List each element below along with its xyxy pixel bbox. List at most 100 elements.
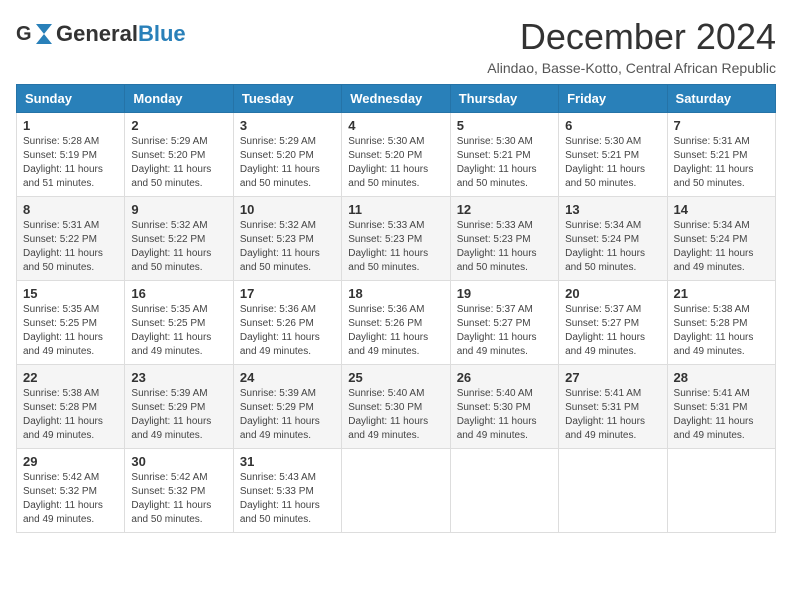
day-info: Sunrise: 5:37 AM Sunset: 5:27 PM Dayligh… xyxy=(457,303,552,359)
day-info: Sunrise: 5:29 AM Sunset: 5:20 PM Dayligh… xyxy=(240,135,335,191)
col-thursday: Thursday xyxy=(450,85,558,113)
day-number: 26 xyxy=(457,370,552,385)
calendar-row: 22 Sunrise: 5:38 AM Sunset: 5:28 PM Dayl… xyxy=(17,365,776,449)
day-info: Sunrise: 5:40 AM Sunset: 5:30 PM Dayligh… xyxy=(348,387,443,443)
day-info: Sunrise: 5:38 AM Sunset: 5:28 PM Dayligh… xyxy=(23,387,118,443)
day-info: Sunrise: 5:32 AM Sunset: 5:22 PM Dayligh… xyxy=(131,219,226,275)
table-row: 19 Sunrise: 5:37 AM Sunset: 5:27 PM Dayl… xyxy=(450,281,558,365)
calendar-table: Sunday Monday Tuesday Wednesday Thursday… xyxy=(16,84,776,533)
table-row: 17 Sunrise: 5:36 AM Sunset: 5:26 PM Dayl… xyxy=(233,281,341,365)
day-info: Sunrise: 5:30 AM Sunset: 5:21 PM Dayligh… xyxy=(457,135,552,191)
day-number: 24 xyxy=(240,370,335,385)
table-row: 31 Sunrise: 5:43 AM Sunset: 5:33 PM Dayl… xyxy=(233,449,341,533)
day-info: Sunrise: 5:33 AM Sunset: 5:23 PM Dayligh… xyxy=(457,219,552,275)
title-area: December 2024 Alindao, Basse-Kotto, Cent… xyxy=(487,16,776,76)
day-info: Sunrise: 5:39 AM Sunset: 5:29 PM Dayligh… xyxy=(240,387,335,443)
day-info: Sunrise: 5:35 AM Sunset: 5:25 PM Dayligh… xyxy=(23,303,118,359)
header-row: Sunday Monday Tuesday Wednesday Thursday… xyxy=(17,85,776,113)
table-row: 4 Sunrise: 5:30 AM Sunset: 5:20 PM Dayli… xyxy=(342,113,450,197)
col-monday: Monday xyxy=(125,85,233,113)
table-row: 15 Sunrise: 5:35 AM Sunset: 5:25 PM Dayl… xyxy=(17,281,125,365)
day-info: Sunrise: 5:43 AM Sunset: 5:33 PM Dayligh… xyxy=(240,471,335,527)
table-row: 2 Sunrise: 5:29 AM Sunset: 5:20 PM Dayli… xyxy=(125,113,233,197)
table-row: 25 Sunrise: 5:40 AM Sunset: 5:30 PM Dayl… xyxy=(342,365,450,449)
table-row: 3 Sunrise: 5:29 AM Sunset: 5:20 PM Dayli… xyxy=(233,113,341,197)
day-info: Sunrise: 5:42 AM Sunset: 5:32 PM Dayligh… xyxy=(23,471,118,527)
calendar-row: 29 Sunrise: 5:42 AM Sunset: 5:32 PM Dayl… xyxy=(17,449,776,533)
day-number: 12 xyxy=(457,202,552,217)
table-row: 7 Sunrise: 5:31 AM Sunset: 5:21 PM Dayli… xyxy=(667,113,775,197)
day-number: 25 xyxy=(348,370,443,385)
day-number: 30 xyxy=(131,454,226,469)
calendar-row: 1 Sunrise: 5:28 AM Sunset: 5:19 PM Dayli… xyxy=(17,113,776,197)
day-info: Sunrise: 5:41 AM Sunset: 5:31 PM Dayligh… xyxy=(674,387,769,443)
day-info: Sunrise: 5:30 AM Sunset: 5:21 PM Dayligh… xyxy=(565,135,660,191)
day-info: Sunrise: 5:30 AM Sunset: 5:20 PM Dayligh… xyxy=(348,135,443,191)
col-wednesday: Wednesday xyxy=(342,85,450,113)
table-row: 20 Sunrise: 5:37 AM Sunset: 5:27 PM Dayl… xyxy=(559,281,667,365)
day-info: Sunrise: 5:42 AM Sunset: 5:32 PM Dayligh… xyxy=(131,471,226,527)
table-row: 29 Sunrise: 5:42 AM Sunset: 5:32 PM Dayl… xyxy=(17,449,125,533)
table-row: 21 Sunrise: 5:38 AM Sunset: 5:28 PM Dayl… xyxy=(667,281,775,365)
day-number: 27 xyxy=(565,370,660,385)
header: G GeneralBlue December 2024 Alindao, Bas… xyxy=(16,16,776,76)
day-number: 28 xyxy=(674,370,769,385)
day-info: Sunrise: 5:41 AM Sunset: 5:31 PM Dayligh… xyxy=(565,387,660,443)
svg-text:G: G xyxy=(16,23,32,45)
table-row: 1 Sunrise: 5:28 AM Sunset: 5:19 PM Dayli… xyxy=(17,113,125,197)
table-row: 13 Sunrise: 5:34 AM Sunset: 5:24 PM Dayl… xyxy=(559,197,667,281)
day-info: Sunrise: 5:32 AM Sunset: 5:23 PM Dayligh… xyxy=(240,219,335,275)
logo: G GeneralBlue xyxy=(16,20,186,48)
day-info: Sunrise: 5:37 AM Sunset: 5:27 PM Dayligh… xyxy=(565,303,660,359)
day-number: 9 xyxy=(131,202,226,217)
day-info: Sunrise: 5:35 AM Sunset: 5:25 PM Dayligh… xyxy=(131,303,226,359)
day-number: 20 xyxy=(565,286,660,301)
calendar-row: 8 Sunrise: 5:31 AM Sunset: 5:22 PM Dayli… xyxy=(17,197,776,281)
day-number: 17 xyxy=(240,286,335,301)
logo-general: General xyxy=(56,21,138,46)
table-row: 12 Sunrise: 5:33 AM Sunset: 5:23 PM Dayl… xyxy=(450,197,558,281)
table-row: 8 Sunrise: 5:31 AM Sunset: 5:22 PM Dayli… xyxy=(17,197,125,281)
day-info: Sunrise: 5:36 AM Sunset: 5:26 PM Dayligh… xyxy=(348,303,443,359)
table-row: 6 Sunrise: 5:30 AM Sunset: 5:21 PM Dayli… xyxy=(559,113,667,197)
day-info: Sunrise: 5:34 AM Sunset: 5:24 PM Dayligh… xyxy=(674,219,769,275)
day-number: 18 xyxy=(348,286,443,301)
month-title: December 2024 xyxy=(487,16,776,58)
day-info: Sunrise: 5:33 AM Sunset: 5:23 PM Dayligh… xyxy=(348,219,443,275)
day-number: 4 xyxy=(348,118,443,133)
day-info: Sunrise: 5:36 AM Sunset: 5:26 PM Dayligh… xyxy=(240,303,335,359)
day-number: 1 xyxy=(23,118,118,133)
day-info: Sunrise: 5:34 AM Sunset: 5:24 PM Dayligh… xyxy=(565,219,660,275)
day-number: 16 xyxy=(131,286,226,301)
table-row: 18 Sunrise: 5:36 AM Sunset: 5:26 PM Dayl… xyxy=(342,281,450,365)
table-row xyxy=(450,449,558,533)
table-row: 23 Sunrise: 5:39 AM Sunset: 5:29 PM Dayl… xyxy=(125,365,233,449)
day-info: Sunrise: 5:40 AM Sunset: 5:30 PM Dayligh… xyxy=(457,387,552,443)
day-number: 15 xyxy=(23,286,118,301)
table-row: 16 Sunrise: 5:35 AM Sunset: 5:25 PM Dayl… xyxy=(125,281,233,365)
day-number: 31 xyxy=(240,454,335,469)
day-info: Sunrise: 5:28 AM Sunset: 5:19 PM Dayligh… xyxy=(23,135,118,191)
table-row: 10 Sunrise: 5:32 AM Sunset: 5:23 PM Dayl… xyxy=(233,197,341,281)
table-row: 14 Sunrise: 5:34 AM Sunset: 5:24 PM Dayl… xyxy=(667,197,775,281)
day-number: 10 xyxy=(240,202,335,217)
day-number: 21 xyxy=(674,286,769,301)
col-sunday: Sunday xyxy=(17,85,125,113)
day-info: Sunrise: 5:31 AM Sunset: 5:21 PM Dayligh… xyxy=(674,135,769,191)
page-container: G GeneralBlue December 2024 Alindao, Bas… xyxy=(16,16,776,533)
col-tuesday: Tuesday xyxy=(233,85,341,113)
table-row: 22 Sunrise: 5:38 AM Sunset: 5:28 PM Dayl… xyxy=(17,365,125,449)
table-row: 26 Sunrise: 5:40 AM Sunset: 5:30 PM Dayl… xyxy=(450,365,558,449)
calendar-row: 15 Sunrise: 5:35 AM Sunset: 5:25 PM Dayl… xyxy=(17,281,776,365)
day-number: 19 xyxy=(457,286,552,301)
table-row: 27 Sunrise: 5:41 AM Sunset: 5:31 PM Dayl… xyxy=(559,365,667,449)
day-number: 22 xyxy=(23,370,118,385)
table-row xyxy=(342,449,450,533)
location-title: Alindao, Basse-Kotto, Central African Re… xyxy=(487,60,776,76)
day-number: 8 xyxy=(23,202,118,217)
logo-blue: Blue xyxy=(138,21,186,46)
day-info: Sunrise: 5:29 AM Sunset: 5:20 PM Dayligh… xyxy=(131,135,226,191)
table-row: 9 Sunrise: 5:32 AM Sunset: 5:22 PM Dayli… xyxy=(125,197,233,281)
table-row: 24 Sunrise: 5:39 AM Sunset: 5:29 PM Dayl… xyxy=(233,365,341,449)
logo-icon: G xyxy=(16,20,52,48)
